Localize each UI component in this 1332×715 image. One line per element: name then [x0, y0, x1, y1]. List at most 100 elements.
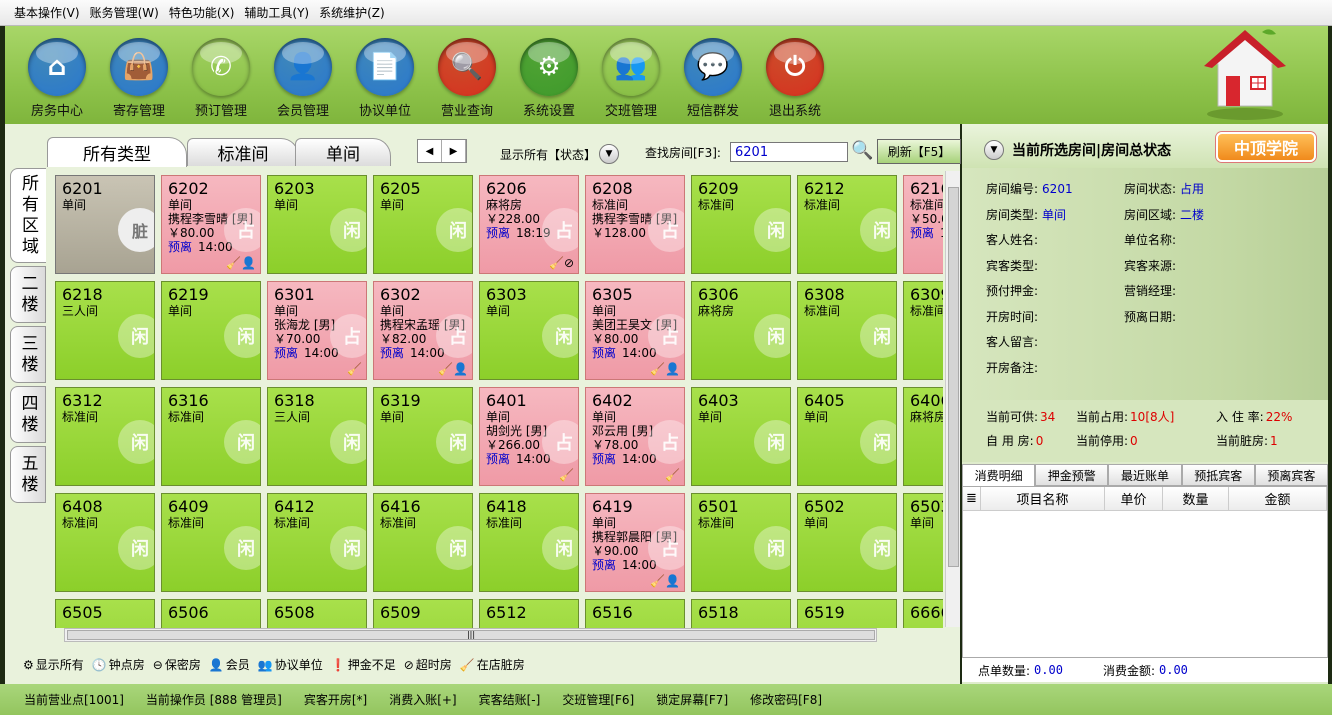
room-card[interactable]: 6402 单间 邓云用 [男] ￥78.00 预离 14:00 占 🧹	[585, 387, 685, 486]
tab-scroll-right-icon[interactable]: ▶	[442, 140, 466, 162]
toolbar-button-6[interactable]: ⚙ 系统设置	[509, 38, 589, 119]
room-card[interactable]: 6301 单间 张海龙 [男] ￥70.00 预离 14:00 占 🧹	[267, 281, 367, 380]
room-card[interactable]: 6418 标准间闲	[479, 493, 579, 592]
status-item[interactable]: 消费入账[+]	[389, 691, 456, 708]
room-card[interactable]: 6401 单间 胡剑光 [男] ￥266.00 预离 14:00 占 🧹	[479, 387, 579, 486]
room-card[interactable]: 6303 单间闲	[479, 281, 579, 380]
room-card[interactable]: 6201 单间脏	[55, 175, 155, 274]
legend-item[interactable]: ⊘ 超时房	[404, 656, 452, 673]
toolbar-button-8[interactable]: 💬 短信群发	[673, 38, 753, 119]
room-card[interactable]: 6209 标准间闲	[691, 175, 791, 274]
room-card[interactable]: 6409 标准间闲	[161, 493, 261, 592]
menu-item[interactable]: 特色功能(X)	[169, 4, 235, 21]
room-card[interactable]: 6316 标准间闲	[161, 387, 261, 486]
room-card[interactable]: 6212 标准间闲	[797, 175, 897, 274]
room-card[interactable]: 6501 标准间闲	[691, 493, 791, 592]
room-card[interactable]: 6206 麻将房 ￥228.00 预离 18:19 占 🧹⊘	[479, 175, 579, 274]
toolbar-button-7[interactable]: 👥 交班管理	[591, 38, 671, 119]
floor-tab-4[interactable]: 四楼	[10, 386, 46, 443]
floor-tab-2[interactable]: 二楼	[10, 266, 46, 323]
chevron-down-icon[interactable]: ▼	[599, 144, 620, 164]
tab-single[interactable]: 单间	[295, 138, 391, 166]
room-card[interactable]: 6306 麻将房闲	[691, 281, 791, 380]
col-price[interactable]: 单价	[1105, 487, 1163, 510]
room-grid-hscroll[interactable]: |||	[64, 628, 877, 642]
table-menu-icon[interactable]: ≣	[963, 487, 981, 510]
room-card[interactable]: 6412 标准间闲	[267, 493, 367, 592]
room-card[interactable]: 6416 标准间闲	[373, 493, 473, 592]
room-card[interactable]: 6666闲	[903, 599, 943, 628]
room-card[interactable]: 6512闲	[479, 599, 579, 628]
tab-standard[interactable]: 标准间	[187, 138, 299, 166]
consume-tab[interactable]: 预抵宾客	[1181, 464, 1255, 486]
consume-tab[interactable]: 预离宾客	[1254, 464, 1329, 486]
legend-item[interactable]: 🧹 在店脏房	[460, 656, 525, 673]
room-card[interactable]: 6203 单间闲	[267, 175, 367, 274]
room-card[interactable]: 6406麻将房闲	[903, 387, 943, 486]
toolbar-button-2[interactable]: ✆ 预订管理	[181, 38, 261, 119]
toolbar-button-4[interactable]: 📄 协议单位	[345, 38, 425, 119]
room-card[interactable]: 6506闲	[161, 599, 261, 628]
room-card[interactable]: 6502 单间闲	[797, 493, 897, 592]
floor-tab-3[interactable]: 三楼	[10, 326, 46, 383]
col-qty[interactable]: 数量	[1163, 487, 1229, 510]
legend-item[interactable]: ❗ 押金不足	[331, 656, 396, 673]
room-card[interactable]: 6219 单间闲	[161, 281, 261, 380]
room-card[interactable]: 6519闲	[797, 599, 897, 628]
room-card[interactable]: 6312 标准间闲	[55, 387, 155, 486]
legend-item[interactable]: ⊖ 保密房	[153, 656, 201, 673]
room-card[interactable]: 6505闲	[55, 599, 155, 628]
room-card[interactable]: 6305 单间 美团王昊文 [男] ￥80.00 预离 14:00 占 🧹👤	[585, 281, 685, 380]
room-card[interactable]: 6403 单间闲	[691, 387, 791, 486]
room-card[interactable]: 6516闲	[585, 599, 685, 628]
room-card[interactable]: 6318 三人间闲	[267, 387, 367, 486]
consume-tab[interactable]: 消费明细	[962, 464, 1036, 486]
status-item[interactable]: 宾客开房[*]	[304, 691, 367, 708]
menu-item[interactable]: 辅助工具(Y)	[244, 4, 309, 21]
room-card[interactable]: 6302 单间 携程宋孟瑶 [男] ￥82.00 预离 14:00 占 🧹👤	[373, 281, 473, 380]
room-grid-vscroll[interactable]	[945, 171, 960, 627]
room-card[interactable]: 6216标准间￥50.00预离1占	[903, 175, 943, 274]
room-card[interactable]: 6508闲	[267, 599, 367, 628]
menu-item[interactable]: 系统维护(Z)	[319, 4, 385, 21]
room-search-input[interactable]	[730, 142, 848, 162]
legend-item[interactable]: ⚙ 显示所有	[23, 656, 84, 673]
toolbar-button-5[interactable]: 🔍 营业查询	[427, 38, 507, 119]
tab-all-types[interactable]: 所有类型	[47, 137, 187, 167]
floor-tab-all[interactable]: 所有区域	[10, 168, 46, 263]
toolbar-button-1[interactable]: 👜 寄存管理	[99, 38, 179, 119]
room-card[interactable]: 6202 单间 携程李雪晴 [男] ￥80.00 预离 14:00 占 🧹👤	[161, 175, 261, 274]
status-item[interactable]: 交班管理[F6]	[562, 691, 634, 708]
room-card[interactable]: 6205 单间闲	[373, 175, 473, 274]
col-amount[interactable]: 金额	[1229, 487, 1327, 510]
room-card[interactable]: 6419 单间 携程郭晨阳 [男] ￥90.00 预离 14:00 占 🧹👤	[585, 493, 685, 592]
status-item[interactable]: 修改密码[F8]	[750, 691, 822, 708]
menu-item[interactable]: 基本操作(V)	[14, 4, 80, 21]
room-card[interactable]: 6208 标准间 携程李雪晴 [男] ￥128.00 占	[585, 175, 685, 274]
tab-scroll-left-icon[interactable]: ◀	[418, 140, 442, 162]
legend-item[interactable]: 👤 会员	[209, 656, 250, 673]
chevron-down-icon[interactable]: ▼	[984, 140, 1004, 160]
refresh-button[interactable]: 刷新【F5】	[877, 139, 961, 164]
room-card[interactable]: 6503单间闲	[903, 493, 943, 592]
toolbar-button-9[interactable]: ⏻ 退出系统	[755, 38, 835, 119]
toolbar-button-0[interactable]: ⌂ 房务中心	[17, 38, 97, 119]
legend-item[interactable]: 🕓 钟点房	[92, 656, 145, 673]
search-icon[interactable]: 🔍	[851, 140, 873, 161]
status-item[interactable]: 锁定屏幕[F7]	[656, 691, 728, 708]
room-card[interactable]: 6509闲	[373, 599, 473, 628]
room-card[interactable]: 6405 单间闲	[797, 387, 897, 486]
col-item[interactable]: 项目名称	[981, 487, 1105, 510]
room-card[interactable]: 6308 标准间闲	[797, 281, 897, 380]
status-item[interactable]: 宾客结账[-]	[479, 691, 541, 708]
toolbar-button-3[interactable]: 👤 会员管理	[263, 38, 343, 119]
room-card[interactable]: 6408 标准间闲	[55, 493, 155, 592]
legend-item[interactable]: 👥 协议单位	[258, 656, 323, 673]
room-card[interactable]: 6518闲	[691, 599, 791, 628]
hscroll-thumb[interactable]: |||	[67, 630, 875, 640]
consume-tab[interactable]: 押金预警	[1035, 464, 1109, 486]
consume-tab[interactable]: 最近账单	[1108, 464, 1182, 486]
vscroll-thumb[interactable]	[948, 187, 959, 567]
floor-tab-5[interactable]: 五楼	[10, 446, 46, 503]
menu-item[interactable]: 账务管理(W)	[90, 4, 159, 21]
